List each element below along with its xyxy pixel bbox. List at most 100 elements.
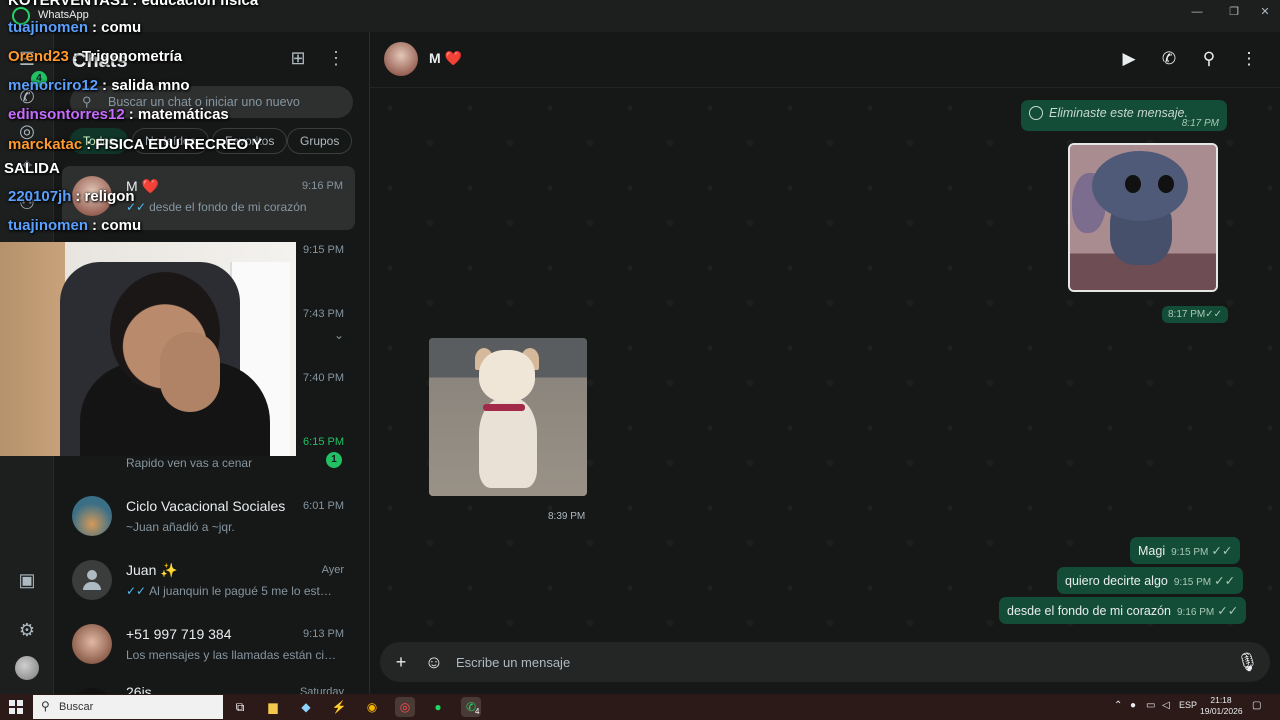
chat-name: M ❤️ (126, 178, 159, 194)
chat-row[interactable]: Juan ✨ Ayer ✓✓ Al juanquin le pagué 5 me … (54, 550, 370, 614)
menu-kebab-icon[interactable]: ⋮ (1237, 47, 1261, 71)
search-icon: ⚲ (82, 94, 92, 109)
taskbar-search[interactable]: ⚲ Buscar (33, 695, 223, 719)
taskbar-clock[interactable]: 21:18 19/01/2026 (1200, 695, 1243, 717)
message-bubble[interactable]: desde el fondo de mi corazón 9:16 PM ✓✓ (999, 597, 1247, 624)
message-input[interactable] (456, 652, 1216, 672)
read-ticks-icon: ✓✓ (126, 200, 147, 214)
chat-time: 9:15 PM (303, 244, 344, 256)
search-icon[interactable]: ⚲ (1197, 47, 1221, 71)
task-view-icon[interactable]: ⧉ (230, 697, 250, 717)
message-bubble[interactable]: quiero decirte algo 9:15 PM ✓✓ (1057, 567, 1244, 594)
deleted-message-text: Eliminaste este mensaje. (1049, 106, 1188, 120)
whatsapp-logo-icon (12, 7, 30, 25)
whatsapp-taskbar-badge: 4 (475, 707, 480, 716)
message-text: desde el fondo de mi corazón (1007, 604, 1171, 618)
chat-name: 26js (126, 684, 152, 694)
chat-time: 7:43 PM (303, 308, 344, 320)
chat-header[interactable]: M ❤️ ▶ ✆ ⚲ ⋮ (370, 32, 1280, 88)
chat-name: Ciclo Vacacional Sociales (126, 498, 286, 514)
obs-icon[interactable]: ◎ (395, 697, 415, 717)
message-time: 9:15 PM (1173, 577, 1212, 588)
read-ticks-icon: ✓✓ (1214, 574, 1236, 588)
spotify-icon[interactable]: ● (428, 697, 448, 717)
avatar (72, 624, 112, 664)
filter-favorites[interactable]: Favoritos (212, 128, 288, 154)
message-text: Magi (1138, 544, 1166, 558)
avatar (72, 176, 112, 216)
chats-icon[interactable]: ☰ (14, 46, 40, 72)
avatar (72, 496, 112, 536)
calls-icon[interactable]: ✆ (14, 84, 40, 110)
taskbar-search-label: Buscar (59, 701, 94, 713)
chat-row[interactable]: 26js Saturday (54, 678, 370, 694)
microphone-icon[interactable]: 🎙 (1236, 651, 1259, 673)
language-indicator[interactable]: ESP (1179, 700, 1197, 710)
chat-time: Ayer (321, 564, 344, 576)
chat-preview: ✓✓ Al juanquin le pagué 5 me lo está h... (126, 584, 338, 598)
chat-preview: Los mensajes y las llamadas están cifr..… (126, 648, 338, 662)
chat-time: 9:16 PM (302, 180, 343, 192)
chat-row-selected[interactable]: M ❤️ 9:16 PM ✓✓ desde el fondo de mi cora… (62, 166, 355, 230)
file-explorer-icon[interactable]: ▆ (263, 697, 283, 717)
status-icon[interactable]: ◎ (14, 118, 40, 144)
filter-groups[interactable]: Grupos (287, 128, 353, 154)
read-ticks-icon: ✓✓ (126, 584, 147, 598)
title-bar: WhatsApp — ❐ ✕ (0, 0, 1280, 32)
chat-row[interactable]: Ciclo Vacacional Sociales 6:01 PM ~Juan … (54, 486, 370, 550)
voice-call-icon[interactable]: ✆ (1157, 47, 1181, 71)
search-box: ⚲ (70, 86, 353, 118)
sticker-icon[interactable]: ☺ (423, 651, 445, 673)
windows-start-icon[interactable] (9, 700, 23, 714)
channels-icon[interactable]: ⌖ (14, 152, 40, 178)
contact-avatar[interactable] (384, 42, 418, 76)
app-title: WhatsApp (38, 9, 89, 21)
chat-time: 7:40 PM (303, 372, 344, 384)
new-chat-icon[interactable]: ⊞ (286, 48, 310, 72)
filter-unread[interactable]: No leídos (132, 128, 209, 154)
message-time: 8:17 PM (1181, 118, 1219, 129)
minimize-button[interactable]: — (1180, 3, 1214, 21)
chat-row[interactable]: +51 997 719 384 9:13 PM Los mensajes y l… (54, 614, 370, 678)
chat-list-title: Chats (72, 50, 128, 72)
read-ticks-icon: ✓✓ (1211, 544, 1233, 558)
clock-time: 21:18 (1210, 695, 1232, 705)
whatsapp-window: WhatsApp — ❐ ✕ ☰ 4 ✆ ◎ ⌖ ⚇ ▣ ⚙ Chats ⊞ ⋮… (0, 0, 1280, 720)
close-button[interactable]: ✕ (1248, 3, 1280, 21)
contact-name[interactable]: M ❤️ (429, 50, 462, 67)
chat-preview: Rapido ven vas a cenar (126, 456, 253, 470)
store-icon[interactable]: ◆ (296, 697, 316, 717)
video-call-icon[interactable]: ▶ (1117, 47, 1141, 71)
maximize-button[interactable]: ❐ (1217, 3, 1251, 21)
message-bubble[interactable]: Magi 9:15 PM ✓✓ (1130, 537, 1241, 564)
chevron-down-icon[interactable]: ⌄ (334, 328, 344, 342)
deleted-message-bubble[interactable]: Eliminaste este mensaje. 8:17 PM (1021, 100, 1227, 131)
message-area[interactable]: Eliminaste este mensaje. 8:17 PM 8:17 PM… (370, 88, 1280, 640)
received-image-puppy[interactable] (429, 338, 587, 496)
notifications-icon[interactable]: ▢ (1252, 700, 1261, 711)
read-ticks-icon: ✓✓ (1217, 604, 1239, 618)
chat-preview-text: desde el fondo de mi corazón (149, 200, 307, 214)
chat-name: +51 997 719 384 (126, 626, 232, 642)
sent-image-stitch[interactable] (1068, 143, 1218, 292)
search-icon: ⚲ (41, 699, 50, 713)
profile-avatar[interactable] (15, 656, 39, 680)
network-tray-icon[interactable]: ▭ (1146, 700, 1155, 711)
mic-tray-icon[interactable]: ● (1130, 700, 1136, 711)
windows-taskbar: ⚲ Buscar ⧉ ▆ ◆ ⚡ ◉ ◎ ● ✆ 4 ⌃ ● ▭ ◁ ESP 2… (0, 694, 1280, 720)
settings-gear-icon[interactable]: ⚙ (14, 617, 40, 643)
menu-kebab-icon[interactable]: ⋮ (324, 48, 348, 72)
tray-chevron-icon[interactable]: ⌃ (1114, 700, 1122, 711)
attach-plus-icon[interactable]: + (390, 651, 412, 673)
webcam-overlay (0, 242, 296, 456)
filter-all[interactable]: Todos (70, 128, 129, 154)
app-icon[interactable]: ⚡ (329, 697, 349, 717)
communities-icon[interactable]: ⚇ (14, 190, 40, 216)
chrome-icon[interactable]: ◉ (362, 697, 382, 717)
chat-time: 6:01 PM (303, 500, 344, 512)
media-icon[interactable]: ▣ (14, 567, 40, 593)
message-time: 9:16 PM (1177, 607, 1215, 618)
sent-image-time: 8:17 PM✓✓ (1162, 306, 1229, 323)
search-input[interactable] (108, 92, 346, 112)
volume-tray-icon[interactable]: ◁ (1162, 700, 1170, 711)
